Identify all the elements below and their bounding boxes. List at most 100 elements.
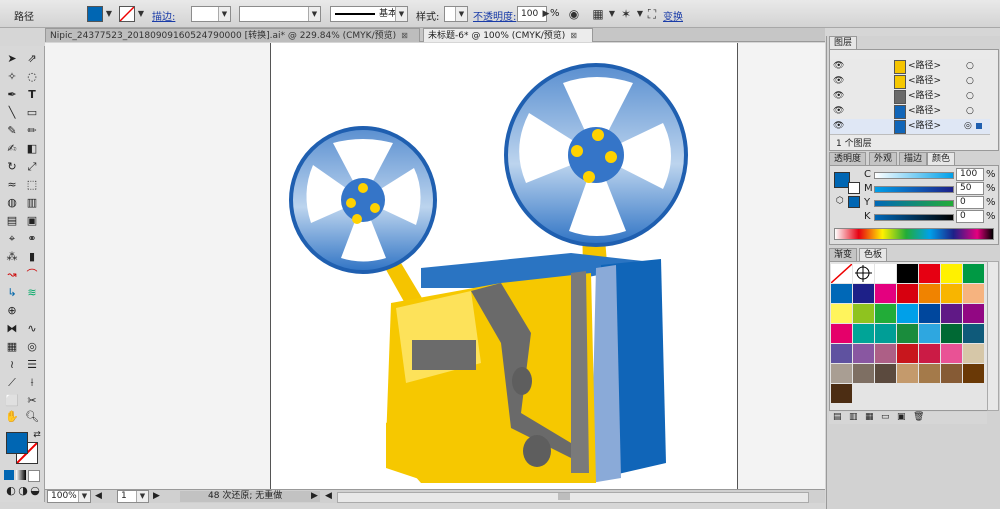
prev-artboard-icon[interactable]: ◀ (95, 491, 102, 501)
color-swatch[interactable] (963, 264, 984, 283)
color-swatch[interactable] (853, 304, 874, 323)
scroll-thumb[interactable] (558, 493, 570, 500)
swatch-library-icon[interactable]: ▤ (833, 412, 842, 422)
artboard[interactable] (270, 43, 738, 489)
lasso-tool-icon[interactable]: ◌ (23, 68, 41, 86)
perspective-grid-tool-icon[interactable]: ▤ (3, 212, 21, 230)
color-swatch[interactable] (831, 384, 852, 403)
color-swatch[interactable] (875, 344, 896, 363)
channel-k-slider[interactable] (874, 214, 954, 221)
swatch-registration[interactable] (853, 264, 874, 283)
layer-row[interactable]: 👁︎ <路径> ○ (830, 89, 990, 105)
crosshair-tool-icon[interactable]: ⊕ (3, 302, 21, 320)
color-swatch[interactable] (897, 344, 918, 363)
path-tool-icon[interactable]: ↝ (3, 266, 21, 284)
scroll-left-icon[interactable]: ◀ (325, 491, 332, 501)
new-color-group-icon[interactable]: ▭ (881, 412, 890, 422)
stroke-profile-select[interactable]: 基本 ▼ (330, 6, 408, 22)
fill-color-front[interactable] (6, 432, 28, 454)
color-swatch[interactable] (875, 264, 896, 283)
target-circle-icon[interactable]: ○ (966, 59, 974, 74)
visibility-eye-icon[interactable]: 👁︎ (833, 104, 844, 119)
color-swatch[interactable] (963, 364, 984, 383)
color-swatch[interactable] (963, 304, 984, 323)
color-spectrum-bar[interactable] (834, 228, 994, 240)
color-swatch[interactable] (941, 304, 962, 323)
line-tool-icon[interactable]: ╲ (3, 104, 21, 122)
color-swatch[interactable] (963, 324, 984, 343)
swatch-none[interactable] (831, 264, 852, 283)
tab-layers[interactable]: 图层 (829, 36, 858, 49)
scale-tool-icon[interactable]: ⤢ (23, 158, 41, 176)
reshape-tool-icon[interactable]: ↳ (3, 284, 21, 302)
magic-wand-tool-icon[interactable]: ✧ (3, 68, 21, 86)
color-swatch[interactable] (875, 304, 896, 323)
color-swatch[interactable] (853, 324, 874, 343)
channel-m-slider[interactable] (874, 186, 954, 193)
swatch-kind-icon[interactable]: ▥ (849, 412, 858, 422)
status-menu-icon[interactable]: ▶ (311, 491, 318, 501)
transform-link[interactable]: 变换 (663, 8, 683, 23)
rectangle-tool-icon[interactable]: ▭ (23, 104, 41, 122)
zoom-tool-icon[interactable]: 🔍︎ (23, 408, 41, 426)
warp-tool-icon[interactable]: ≈ (3, 176, 21, 194)
color-swatch[interactable] (897, 364, 918, 383)
color-swatch[interactable] (919, 324, 940, 343)
color-swatch[interactable] (853, 284, 874, 303)
symbol-sprayer-tool-icon[interactable]: ⁂ (3, 248, 21, 266)
tab-transparency[interactable]: 透明度 (829, 152, 867, 165)
channel-c-slider[interactable] (874, 172, 954, 179)
color-swatch[interactable] (897, 304, 918, 323)
color-proxy-swatch[interactable] (848, 196, 860, 208)
color-swatch[interactable] (919, 344, 940, 363)
color-swatch[interactable] (941, 284, 962, 303)
color-swatch[interactable] (941, 364, 962, 383)
pencil-tool-icon[interactable]: ✏ (23, 122, 41, 140)
color-swatch[interactable] (853, 344, 874, 363)
type-tool-icon[interactable]: T (23, 86, 41, 104)
chevron-down-icon[interactable]: ▼ (101, 6, 117, 22)
tab-document-2[interactable]: 未标题-6* @ 100% (CMYK/预览) ⊠ (423, 28, 593, 42)
stroke-weight-field[interactable]: ▼ (191, 6, 231, 22)
direct-selection-tool-icon[interactable]: ⇗ (23, 50, 41, 68)
new-swatch-icon[interactable]: ▣ (897, 412, 906, 422)
knife-tool-icon[interactable]: ⟊ (23, 374, 41, 392)
color-swatch[interactable] (831, 324, 852, 343)
artboard-number-select[interactable]: 1 ▼ (117, 490, 149, 503)
delete-swatch-icon[interactable]: 🗑︎ (913, 412, 924, 422)
color-stroke-swatch[interactable] (848, 182, 860, 194)
layer-row[interactable]: 👁︎ <路径> ○ (830, 104, 990, 120)
color-swatch[interactable] (963, 284, 984, 303)
color-swatch[interactable] (941, 264, 962, 283)
color-swatch[interactable] (875, 324, 896, 343)
tab-document-1[interactable]: Nipic_24377523_20180909160524790000 [转换]… (45, 28, 420, 42)
tab-appearance[interactable]: 外观 (869, 152, 898, 165)
variable-width-select[interactable]: ▼ (239, 6, 321, 22)
channel-k-input[interactable]: 0 (956, 210, 984, 223)
recolor-icon[interactable]: ◉ (566, 6, 582, 22)
horizontal-scrollbar[interactable] (337, 492, 809, 503)
color-swatch[interactable] (919, 364, 940, 383)
layer-row[interactable]: 👁︎ <路径> ○ (830, 74, 990, 90)
list-tool-icon[interactable]: ☰ (23, 356, 41, 374)
tab-gradient[interactable]: 渐变 (829, 248, 858, 261)
color-mode-icon[interactable] (4, 470, 14, 480)
rotate-tool-icon[interactable]: ↻ (3, 158, 21, 176)
gradient-tool-icon[interactable]: ▣ (23, 212, 41, 230)
blob-brush-tool-icon[interactable]: ✍ (3, 140, 21, 158)
chevron-down-icon[interactable]: ▼ (133, 6, 149, 22)
color-swatch[interactable] (875, 284, 896, 303)
color-swatch[interactable] (831, 364, 852, 383)
color-swatch[interactable] (941, 324, 962, 343)
color-swatch[interactable] (831, 284, 852, 303)
opacity-link[interactable]: 不透明度: (473, 8, 516, 23)
visibility-eye-icon[interactable]: 👁︎ (833, 119, 844, 134)
column-graph-tool-icon[interactable]: ▮ (23, 248, 41, 266)
zoom-select[interactable]: 100% ▼ (47, 490, 91, 503)
layer-row-selected[interactable]: 👁︎ <路径> ◎ (830, 119, 990, 135)
color-swatch[interactable] (831, 304, 852, 323)
swatch-options-icon[interactable]: ▦ (865, 412, 874, 422)
target-circle-icon[interactable]: ◎ (964, 119, 972, 134)
target-circle-icon[interactable]: ○ (966, 74, 974, 89)
color-swatch[interactable] (919, 304, 940, 323)
